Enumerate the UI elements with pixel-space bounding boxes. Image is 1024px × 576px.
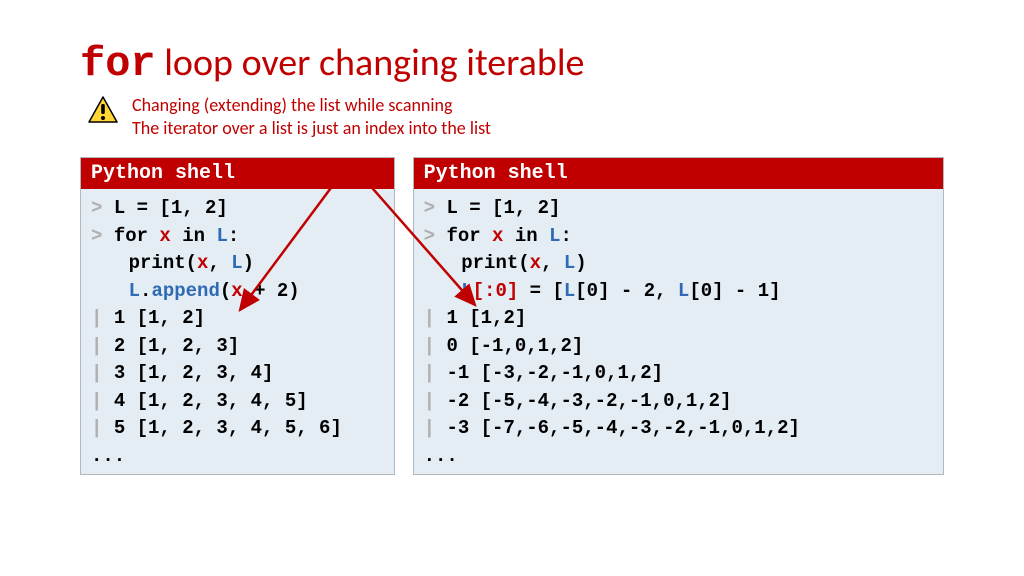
panels: Python shell > L = [1, 2] > for x in L: … bbox=[80, 157, 944, 475]
slide: for loop over changing iterable Changing… bbox=[0, 0, 1024, 576]
warning-text: Changing (extending) the list while scan… bbox=[132, 94, 491, 139]
warning-line-1: Changing (extending) the list while scan… bbox=[132, 94, 491, 117]
shell-header-right: Python shell bbox=[414, 158, 943, 189]
warning-line-2: The iterator over a list is just an inde… bbox=[132, 117, 491, 140]
shell-panel-left: Python shell > L = [1, 2] > for x in L: … bbox=[80, 157, 395, 475]
shell-body-left: > L = [1, 2] > for x in L: print(x, L) L… bbox=[81, 189, 394, 474]
shell-panel-right: Python shell > L = [1, 2] > for x in L: … bbox=[413, 157, 944, 475]
warning-row: Changing (extending) the list while scan… bbox=[88, 94, 944, 139]
page-title: for loop over changing iterable bbox=[80, 40, 944, 88]
title-rest: loop over changing iterable bbox=[156, 40, 585, 86]
warning-icon bbox=[88, 96, 118, 124]
title-keyword: for bbox=[80, 40, 156, 88]
shell-body-right: > L = [1, 2] > for x in L: print(x, L) L… bbox=[414, 189, 943, 474]
shell-header-left: Python shell bbox=[81, 158, 394, 189]
